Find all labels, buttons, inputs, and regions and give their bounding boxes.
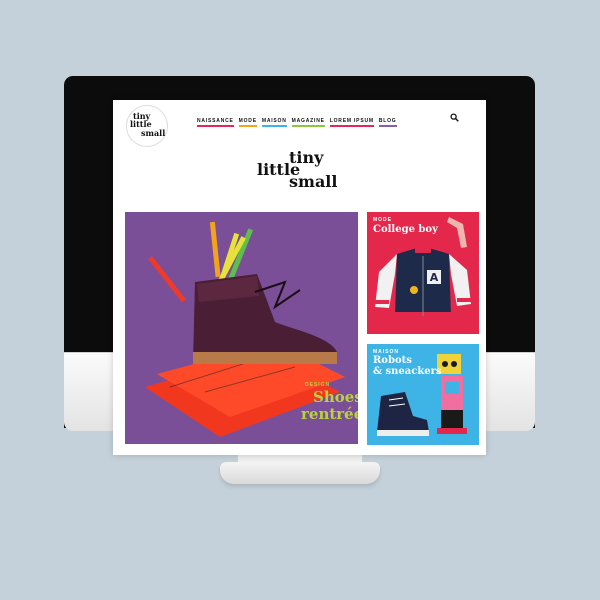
nav-item-label: MAGAZINE: [291, 117, 325, 124]
site-logo-badge[interactable]: tiny little small: [126, 105, 168, 147]
search-icon[interactable]: [450, 113, 459, 122]
nav-underline: [238, 125, 257, 127]
feature-tile-college-boy[interactable]: MODE College boy A: [367, 212, 479, 334]
nav-item-lorem-ipsum[interactable]: LOREM IPSUM: [329, 117, 374, 127]
feature-tile-robots-sneakers[interactable]: MAISON Robots & sneackers: [367, 344, 479, 445]
nav-item-maison[interactable]: MAISON: [261, 117, 287, 127]
nav-item-mode[interactable]: MODE: [238, 117, 257, 127]
nav-underline: [197, 125, 234, 127]
tile-title: College boy: [373, 224, 438, 235]
tile-title-line-2: & sneackers: [373, 366, 442, 377]
nav-item-label: MODE: [238, 117, 257, 124]
nav-item-label: NAISSANCE: [197, 117, 234, 124]
nav-item-label: BLOG: [378, 117, 397, 124]
nav-underline: [378, 125, 397, 127]
tile-kicker: MODE: [373, 217, 392, 223]
main-nav: NAISSANCE MODE MAISON MAGAZINE LOREM IPS…: [197, 115, 467, 129]
logo-badge-line-3: small: [141, 128, 166, 138]
site-wordmark[interactable]: tiny little small: [257, 150, 347, 194]
svg-text:A: A: [430, 271, 439, 284]
nav-item-blog[interactable]: BLOG: [378, 117, 397, 127]
nav-item-naissance[interactable]: NAISSANCE: [197, 118, 234, 127]
tile-title-line-1: Shoes: [313, 388, 358, 406]
feature-tile-shoes[interactable]: DESIGN Shoes rentrée: [125, 212, 358, 444]
nav-item-label: LOREM IPSUM: [329, 117, 374, 124]
nav-item-label: MAISON: [261, 117, 287, 124]
monitor-stand-base: [220, 462, 380, 484]
nav-item-magazine[interactable]: MAGAZINE: [291, 117, 325, 127]
wordmark-small: small: [289, 172, 338, 191]
nav-underline: [291, 125, 325, 127]
tile-title-line-1: Robots: [373, 355, 412, 366]
nav-underline: [329, 125, 374, 127]
logo-badge-line-2: little: [130, 119, 152, 129]
tile-title-line-2: rentrée: [301, 405, 358, 423]
website-page: tiny little small NAISSANCE MODE MAISON …: [113, 100, 486, 455]
nav-underline: [261, 125, 287, 127]
